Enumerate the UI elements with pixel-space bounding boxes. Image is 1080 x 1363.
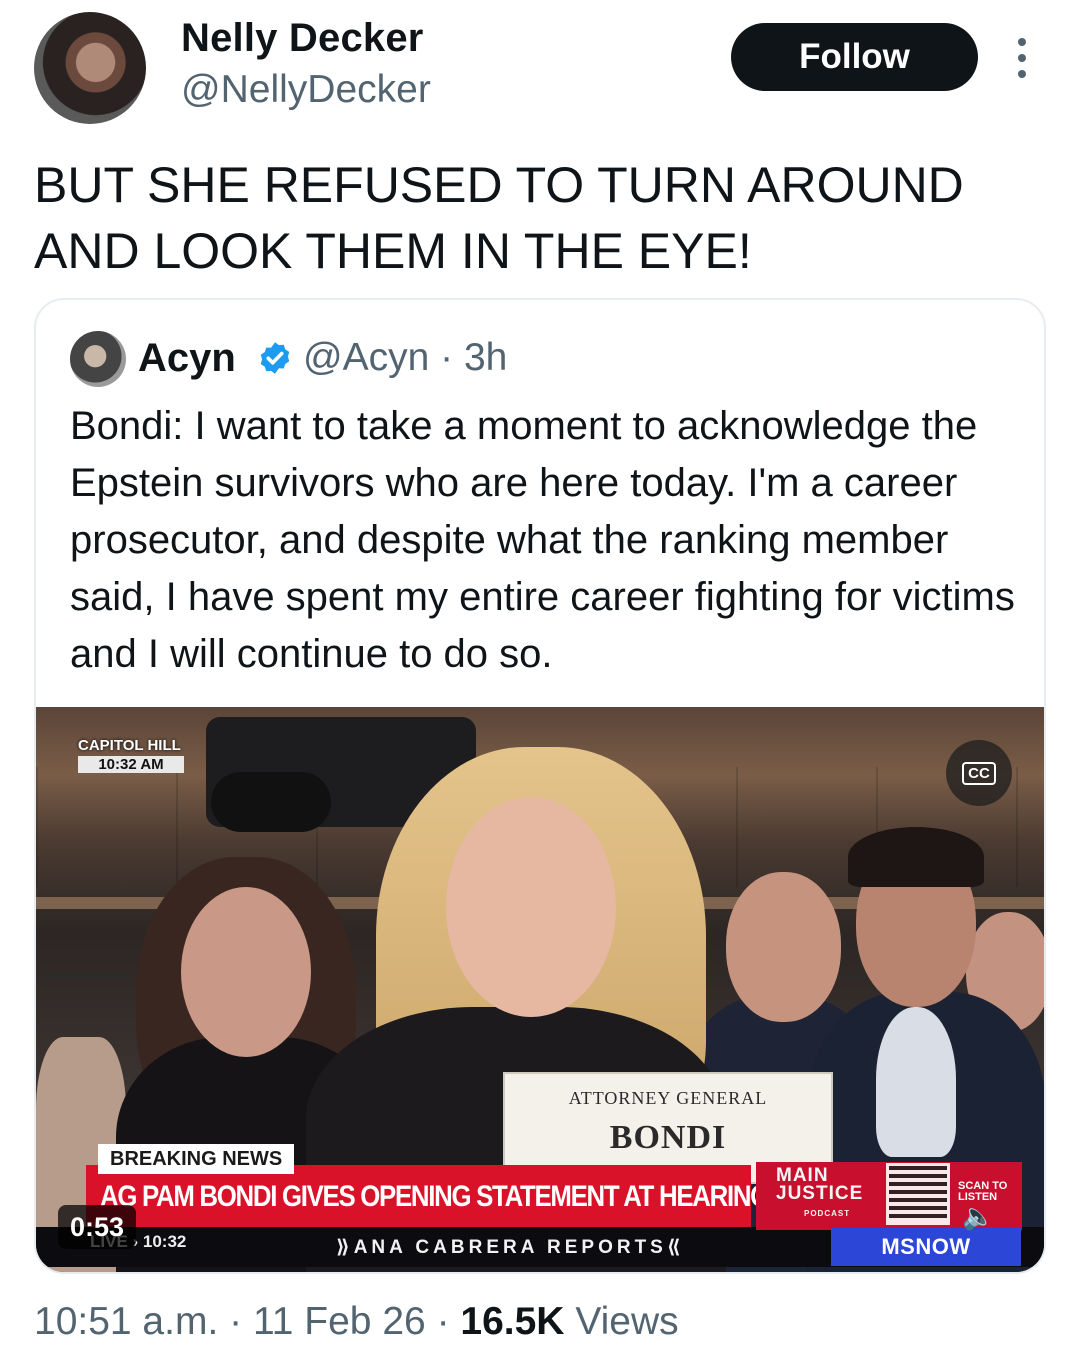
breaking-news-label: BREAKING NEWS [98,1144,295,1174]
location-label: CAPITOL HILL [78,737,181,754]
nameplate-name: BONDI [609,1119,727,1156]
person-right2-hair [848,827,984,887]
news-headline: AG PAM BONDI GIVES OPENING STATEMENT AT … [100,1180,770,1213]
follow-button[interactable]: Follow [731,23,978,91]
quoted-post-card[interactable]: Acyn @Acyn · 3h Bondi: I want to take a … [34,298,1046,1274]
post-text: BUT SHE REFUSED TO TURN AROUND AND LOOK … [34,157,964,279]
more-vertical-icon[interactable] [1012,38,1032,78]
video-duration: 0:53 [58,1205,137,1249]
clock-label: 10:32 AM [78,756,184,773]
meta-separator-2: · [436,1300,450,1343]
reporter-label: ⟫ANA CABRERA REPORTS⟪ [336,1237,685,1258]
views-label: Views [575,1300,679,1343]
meta-separator: · [229,1300,243,1343]
author-name[interactable]: Nelly Decker [181,16,424,61]
closed-captions-icon[interactable]: CC [946,740,1012,806]
person-right1-face [726,872,841,1022]
author-avatar[interactable] [34,12,146,124]
speaker-face [446,797,616,1017]
verified-badge-icon [260,342,290,374]
quoted-author-name: Acyn [138,336,236,380]
camera-lens [211,772,331,832]
quoted-author-avatar [70,331,126,387]
scan-label: SCAN TO LISTEN [958,1180,1008,1203]
podcast-title: MAIN JUSTICE [776,1166,864,1204]
video-player[interactable]: ATTORNEY GENERAL BONDI CAPITOL HILL 10:3… [36,707,1044,1272]
views-count: 16.5K [460,1300,565,1343]
post-meta: 10:51 a.m. · 11 Feb 26 · 16.5K Views [34,1300,679,1344]
quoted-author-handle: @Acyn · 3h [303,336,508,379]
person-left-face [181,887,311,1057]
network-logo: MSNOW [831,1228,1021,1266]
qr-code [886,1163,950,1225]
cc-label: CC [962,761,996,785]
podcast-label: PODCAST [804,1209,851,1218]
post-time[interactable]: 10:51 a.m. [34,1300,218,1343]
location-bug: CAPITOL HILL 10:32 AM [78,737,184,773]
speaker-icon[interactable]: 🔈 [962,1203,994,1229]
podcast-title-line2: JUSTICE [776,1183,864,1204]
author-handle[interactable]: @NellyDecker [181,68,431,112]
nameplate-title: ATTORNEY GENERAL [568,1088,768,1108]
quoted-post-text: Bondi: I want to take a moment to acknow… [70,404,1015,676]
post-date[interactable]: 11 Feb 26 [253,1300,426,1343]
person-right2-shirt [876,1007,956,1157]
